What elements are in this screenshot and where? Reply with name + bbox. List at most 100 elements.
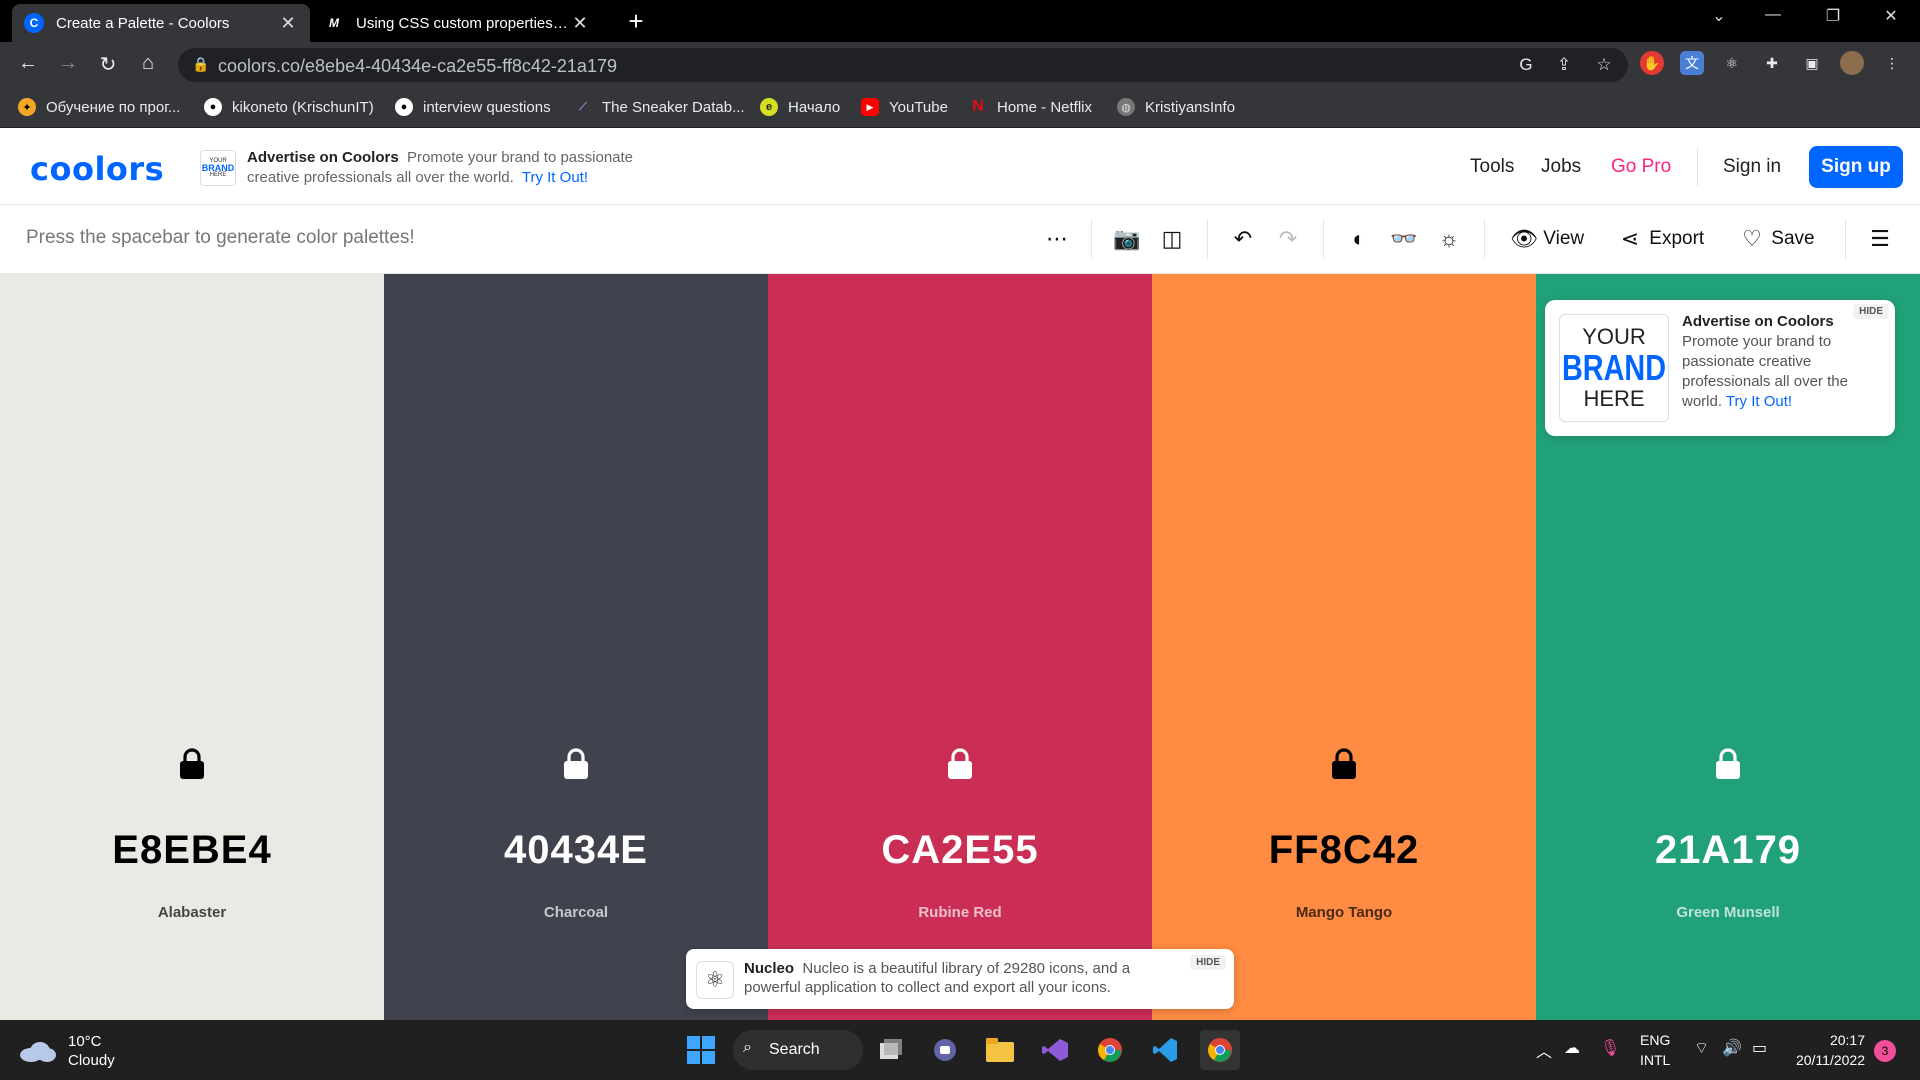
bookmark-label: Начало <box>788 98 841 116</box>
brand-ad-link[interactable]: Try It Out! <box>1726 393 1792 410</box>
bookmark-item[interactable]: ● kikoneto (KrischunIT) <box>204 98 374 116</box>
minimize-button[interactable]: — <box>1758 6 1788 24</box>
menu-button[interactable]: ☰ <box>1866 223 1894 255</box>
more-options-button[interactable]: ⋯ <box>1043 223 1071 255</box>
share-icon[interactable]: ⇪ <box>1552 55 1576 75</box>
close-tab-icon[interactable]: ✕ <box>278 13 298 34</box>
lock-icon[interactable] <box>1714 748 1742 780</box>
omnibox[interactable]: 🔒 coolors.co/e8ebe4-40434e-ca2e55-ff8c42… <box>178 48 1628 82</box>
google-icon[interactable]: G <box>1514 55 1538 75</box>
vscode-icon[interactable] <box>1145 1030 1185 1070</box>
weather-widget[interactable]: 10°C Cloudy <box>20 1032 115 1070</box>
sign-up-button[interactable]: Sign up <box>1809 146 1903 188</box>
header-ad-link[interactable]: Try It Out! <box>522 169 588 186</box>
nucleo-ad[interactable]: ⚛ Nucleo Nucleo is a beautiful library o… <box>686 949 1234 1009</box>
restore-button[interactable]: ❐ <box>1818 6 1848 26</box>
redo-button[interactable]: ↷ <box>1274 223 1302 255</box>
nav-jobs[interactable]: Jobs <box>1541 156 1581 178</box>
profile-avatar[interactable] <box>1840 51 1864 75</box>
lock-icon[interactable] <box>178 748 206 780</box>
windows-start-icon[interactable] <box>681 1030 721 1070</box>
bookmark-item[interactable]: ✦ Обучение по прог... <box>18 98 180 116</box>
bookmark-item[interactable]: e Начало <box>760 98 840 116</box>
save-button[interactable]: ♡ Save <box>1738 223 1814 255</box>
microphone-icon[interactable]: 🎙 <box>1600 1038 1620 1058</box>
url-text[interactable]: coolors.co/e8ebe4-40434e-ca2e55-ff8c42-2… <box>218 56 617 77</box>
extensions-puzzle-icon[interactable]: ✚ <box>1760 51 1784 75</box>
new-tab-button[interactable]: + <box>622 8 650 36</box>
back-button[interactable]: ← <box>14 52 42 75</box>
color-hex[interactable]: FF8C42 <box>1152 828 1536 873</box>
color-hex[interactable]: E8EBE4 <box>0 828 384 873</box>
undo-button[interactable]: ↶ <box>1229 223 1257 255</box>
volume-icon[interactable]: 🔊 <box>1722 1038 1742 1058</box>
react-extension-icon[interactable]: ⚛ <box>1720 51 1744 75</box>
color-swatch[interactable]: E8EBE4 Alabaster <box>0 274 384 1020</box>
color-name[interactable]: Charcoal <box>384 904 768 921</box>
translate-extension-icon[interactable]: 文 <box>1680 51 1704 75</box>
hide-ad-button[interactable]: HIDE <box>1853 304 1889 319</box>
color-name[interactable]: Rubine Red <box>768 904 1152 921</box>
coolors-logo[interactable]: coolors <box>30 150 164 188</box>
color-hex[interactable]: 40434E <box>384 828 768 873</box>
tab-coolors[interactable]: C Create a Palette - Coolors ✕ <box>12 4 310 42</box>
camera-button[interactable]: 📷 <box>1113 223 1141 255</box>
panel-button[interactable]: ◫ <box>1158 223 1186 255</box>
file-explorer-icon[interactable] <box>980 1030 1020 1070</box>
bookmark-item[interactable]: ◍ KristiyansInfo <box>1117 98 1235 116</box>
bookmark-item[interactable]: ⟋ The Sneaker Datab... <box>574 98 744 116</box>
color-name[interactable]: Green Munsell <box>1536 904 1920 921</box>
chrome-profile-icon[interactable] <box>1200 1030 1240 1070</box>
view-button[interactable]: 👁 View <box>1510 223 1584 255</box>
color-swatch[interactable]: FF8C42 Mango Tango <box>1152 274 1536 1020</box>
chrome-menu-icon[interactable]: ⋮ <box>1880 51 1904 75</box>
close-window-button[interactable]: ✕ <box>1876 6 1906 26</box>
task-view-icon[interactable] <box>871 1030 911 1070</box>
close-tab-icon[interactable]: ✕ <box>570 13 590 34</box>
sign-in-link[interactable]: Sign in <box>1723 156 1781 178</box>
color-swatch[interactable]: CA2E55 Rubine Red <box>768 274 1152 1020</box>
chrome-icon[interactable] <box>1090 1030 1130 1070</box>
adblock-extension-icon[interactable]: ✋ <box>1640 51 1664 75</box>
bookmark-item[interactable]: N Home - Netflix <box>969 98 1092 116</box>
brand-badge-logo[interactable]: YOUR BRAND HERE <box>200 150 236 186</box>
lock-icon[interactable] <box>1330 748 1358 780</box>
color-name[interactable]: Alabaster <box>0 904 384 921</box>
lock-icon[interactable] <box>562 748 590 780</box>
home-button[interactable]: ⌂ <box>134 52 162 75</box>
lock-icon[interactable]: 🔒 <box>192 56 209 73</box>
nav-tools[interactable]: Tools <box>1470 156 1514 178</box>
bookmark-item[interactable]: ▶ YouTube <box>861 98 948 116</box>
system-clock[interactable]: 20:17 20/11/2022 <box>1785 1030 1865 1070</box>
forward-button[interactable]: → <box>54 52 82 75</box>
wifi-icon[interactable]: ⌔ <box>1694 1038 1709 1058</box>
color-swatch[interactable]: 40434E Charcoal <box>384 274 768 1020</box>
your-brand-logo[interactable]: YOUR BRAND HERE <box>1559 314 1669 422</box>
language-indicator[interactable]: ENG INTL <box>1640 1030 1670 1070</box>
bookmark-label: interview questions <box>423 98 551 116</box>
reload-button[interactable]: ↻ <box>94 52 122 77</box>
color-hex[interactable]: CA2E55 <box>768 828 1152 873</box>
bookmark-star-icon[interactable]: ☆ <box>1592 55 1616 75</box>
teams-chat-icon[interactable] <box>925 1030 965 1070</box>
tab-mdn[interactable]: M Using CSS custom properties (variables… <box>312 4 602 42</box>
hide-nucleo-button[interactable]: HIDE <box>1190 955 1226 970</box>
export-button[interactable]: ⋖ Export <box>1616 223 1704 255</box>
nav-go-pro[interactable]: Go Pro <box>1611 156 1671 178</box>
colorblind-button[interactable]: 👓 <box>1390 223 1418 255</box>
battery-icon[interactable]: ▭ <box>1752 1038 1767 1058</box>
adjust-button[interactable]: ◐ <box>1345 223 1373 255</box>
bookmark-item[interactable]: ● interview questions <box>395 98 551 116</box>
tab-search-icon[interactable]: ⌄ <box>1704 6 1734 26</box>
side-panel-icon[interactable]: ▣ <box>1800 51 1824 75</box>
color-hex[interactable]: 21A179 <box>1536 828 1920 873</box>
lock-icon[interactable] <box>946 748 974 780</box>
brightness-button[interactable]: ☼ <box>1435 223 1463 255</box>
color-name[interactable]: Mango Tango <box>1152 904 1536 921</box>
taskbar-search[interactable]: ⌕ Search <box>733 1030 863 1070</box>
notification-badge[interactable]: 3 <box>1874 1040 1896 1062</box>
onedrive-icon[interactable]: ☁ <box>1564 1038 1580 1058</box>
brand-ad-card[interactable]: YOUR BRAND HERE Advertise on Coolors Pro… <box>1545 300 1895 436</box>
chevron-up-icon[interactable]: ︿ <box>1536 1038 1552 1062</box>
visual-studio-icon[interactable] <box>1035 1030 1075 1070</box>
